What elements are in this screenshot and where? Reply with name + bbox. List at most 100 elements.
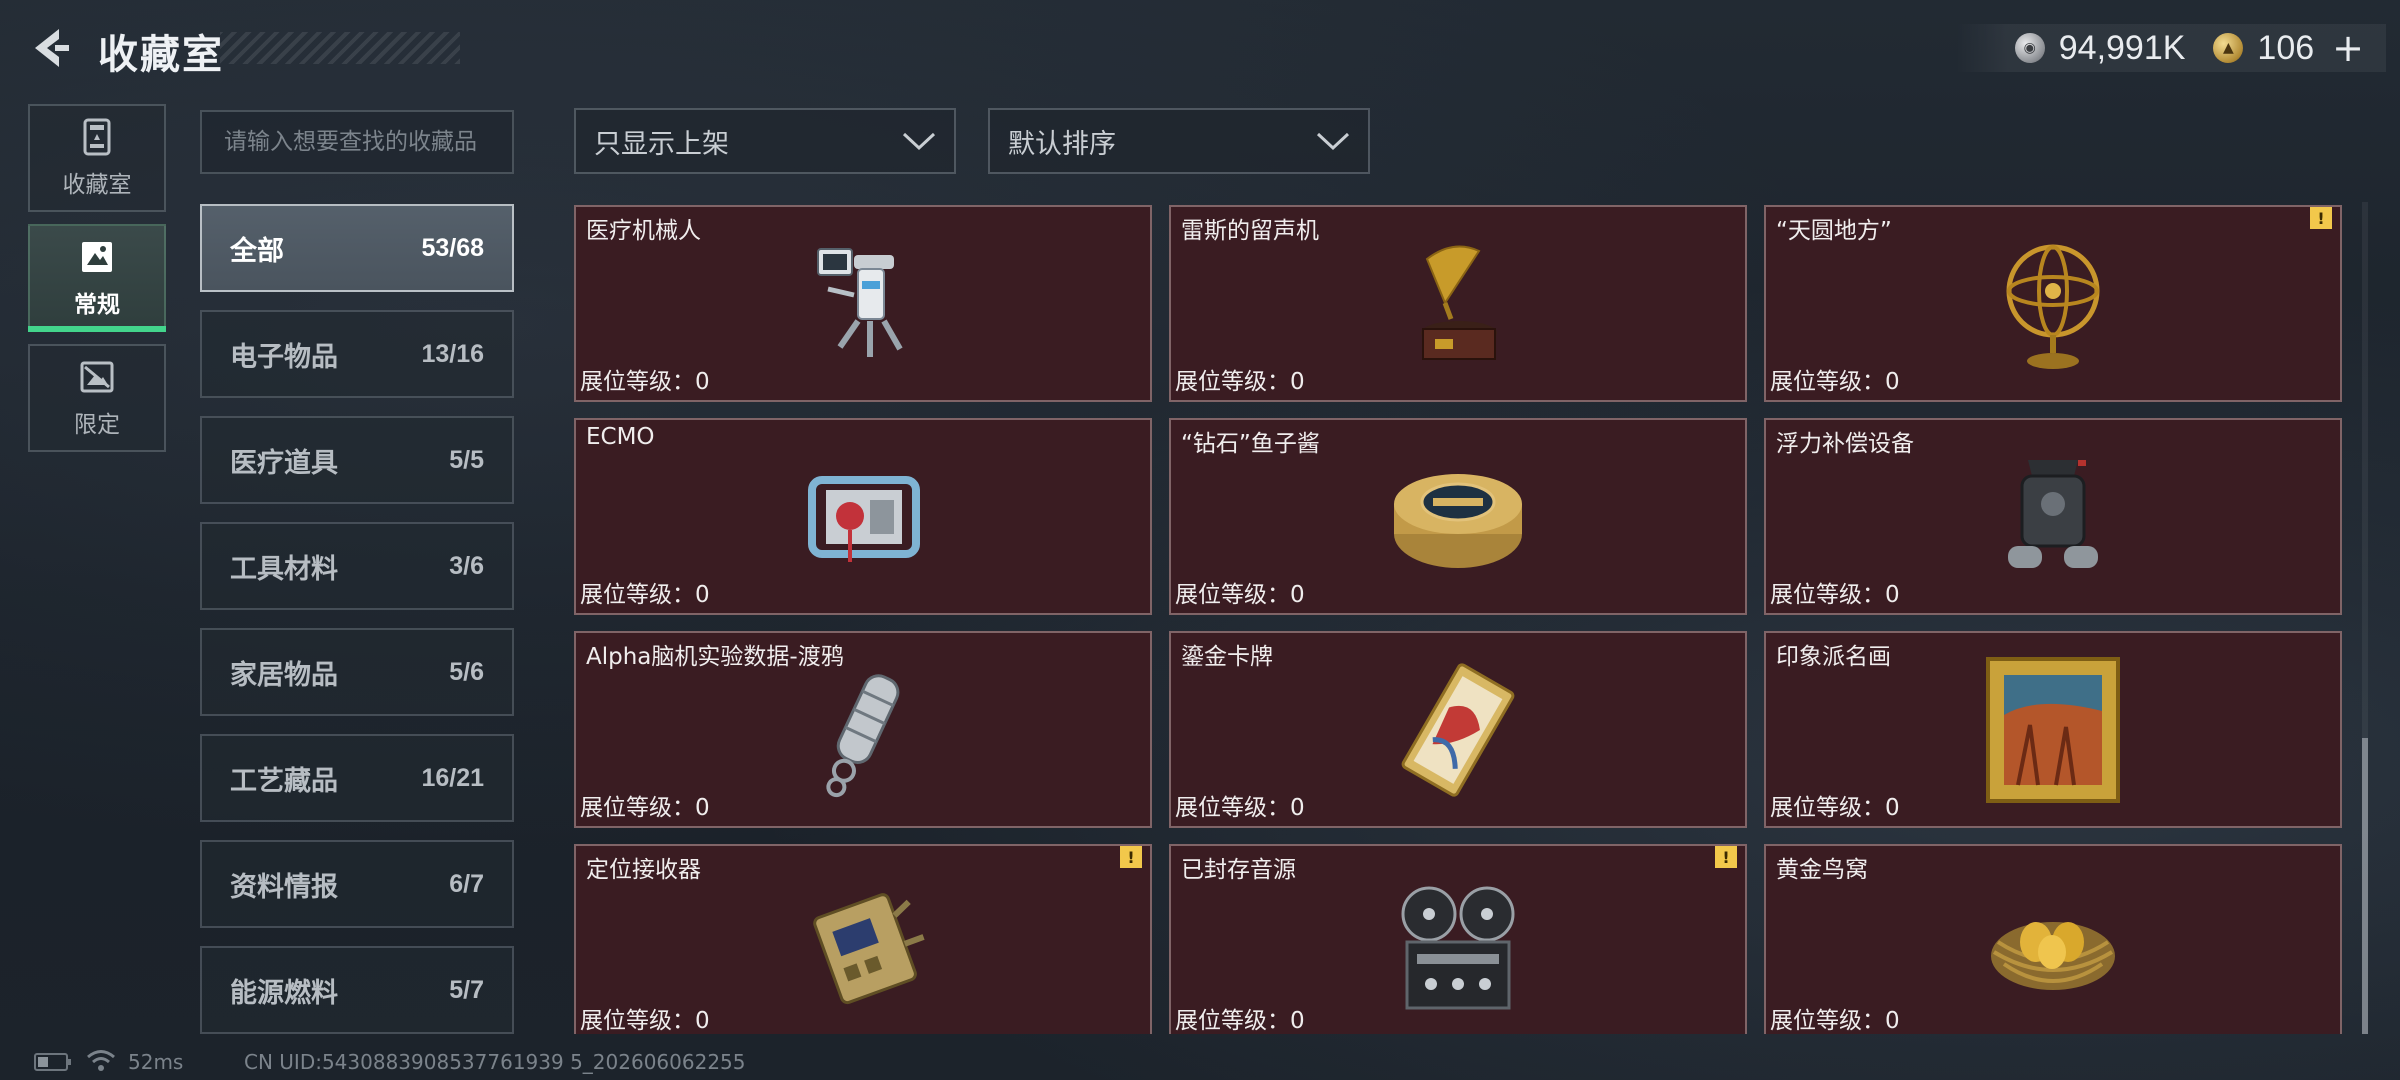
battery-icon xyxy=(34,1053,71,1071)
display-level: 展位等级：0 xyxy=(580,1008,710,1034)
category-count: 3/6 xyxy=(449,551,484,580)
item-name: 雷斯的留声机 xyxy=(1181,218,1319,244)
collection-card[interactable]: 鎏金卡牌 展位等级：0 xyxy=(1169,631,1747,828)
caviar-tin-icon xyxy=(1394,473,1522,568)
category-energy[interactable]: 能源燃料 5/7 xyxy=(200,946,514,1034)
collection-card[interactable]: 已封存音源 ! 展位等级：0 xyxy=(1169,844,1747,1034)
left-nav: 收藏室 常规 限定 xyxy=(28,104,166,464)
currency-bar: ◉ 94,991K ▲ 106 + xyxy=(1956,24,2386,72)
regular-items-icon xyxy=(77,237,117,277)
category-name: 能源燃料 xyxy=(230,977,338,1009)
nav-label: 常规 xyxy=(74,292,120,318)
display-level: 展位等级：0 xyxy=(1770,795,1900,821)
warning-icon: ! xyxy=(1120,846,1142,868)
data-drive-icon xyxy=(826,673,900,797)
scrollbar-thumb[interactable] xyxy=(2362,738,2368,1034)
reel-to-reel-icon xyxy=(1401,886,1515,1009)
nav-collection-room[interactable]: 收藏室 xyxy=(28,104,166,212)
display-level: 展位等级：0 xyxy=(1175,795,1305,821)
category-name: 资料情报 xyxy=(230,871,338,903)
silver-coin-icon: ◉ xyxy=(2014,33,2045,63)
collection-card[interactable]: “钻石”鱼子酱 展位等级：0 xyxy=(1169,418,1747,615)
add-currency-button[interactable]: + xyxy=(2332,26,2364,70)
category-count: 6/7 xyxy=(449,869,484,898)
chevron-down-icon xyxy=(902,132,936,151)
golden-nest-icon xyxy=(1991,921,2115,990)
category-name: 家居物品 xyxy=(230,659,338,691)
player-uid: CN UID:5430883908537761939 5_20260606225… xyxy=(244,1050,746,1074)
category-electronics[interactable]: 电子物品 13/16 xyxy=(200,310,514,398)
search-box[interactable] xyxy=(200,110,514,174)
display-level: 展位等级：0 xyxy=(1770,1008,1900,1034)
top-bar: 收藏室 ◉ 94,991K ▲ 106 + xyxy=(0,0,2400,100)
silver-coin-amount: 94,991K xyxy=(2058,28,2186,67)
category-count: 5/5 xyxy=(449,445,484,474)
back-button[interactable] xyxy=(26,24,74,72)
gilded-card-icon xyxy=(1401,662,1515,797)
buoyancy-device-icon xyxy=(2008,459,2098,568)
gramophone-icon xyxy=(1421,245,1497,360)
limited-items-icon xyxy=(77,357,117,397)
title-decoration xyxy=(220,32,460,64)
category-name: 电子物品 xyxy=(230,341,338,373)
medical-robot-icon xyxy=(817,247,903,357)
collection-card[interactable]: 定位接收器 ! 展位等级：0 xyxy=(574,844,1152,1034)
category-count: 13/16 xyxy=(421,339,484,368)
item-name: “天圆地方” xyxy=(1776,218,1892,244)
wifi-icon xyxy=(87,1050,115,1071)
shelf-filter-dropdown[interactable]: 只显示上架 xyxy=(574,108,956,174)
collection-card[interactable]: 浮力补偿设备 展位等级：0 xyxy=(1764,418,2342,615)
display-level: 展位等级：0 xyxy=(580,582,710,608)
category-household[interactable]: 家居物品 5/6 xyxy=(200,628,514,716)
category-tools[interactable]: 工具材料 3/6 xyxy=(200,522,514,610)
warning-icon: ! xyxy=(1715,846,1737,868)
category-all[interactable]: 全部 53/68 xyxy=(200,204,514,292)
status-footer: 52ms CN UID:5430883908537761939 5_202606… xyxy=(0,1046,2400,1080)
collection-card[interactable]: “天圆地方” ! 展位等级：0 xyxy=(1764,205,2342,402)
chevron-down-icon xyxy=(1316,132,1350,151)
sort-dropdown[interactable]: 默认排序 xyxy=(988,108,1370,174)
locator-receiver-icon xyxy=(813,892,925,1004)
display-level: 展位等级：0 xyxy=(1770,582,1900,608)
collection-room-icon xyxy=(77,117,117,157)
dropdown-value: 只显示上架 xyxy=(594,128,729,160)
category-medical[interactable]: 医疗道具 5/5 xyxy=(200,416,514,504)
collection-card[interactable]: ECMO 展位等级：0 xyxy=(574,418,1152,615)
category-count: 5/6 xyxy=(449,657,484,686)
item-name: 已封存音源 xyxy=(1181,857,1296,883)
nav-limited[interactable]: 限定 xyxy=(28,344,166,452)
display-level: 展位等级：0 xyxy=(1175,1008,1305,1034)
item-name: ECMO xyxy=(586,424,655,450)
item-name: 医疗机械人 xyxy=(586,218,701,244)
collection-grid[interactable]: 展位等级：0 展位等级：0 展位等级：0 医疗机械人 展位等级：0 雷斯的留声机 xyxy=(574,202,2344,1034)
display-level: 展位等级：0 xyxy=(580,369,710,395)
armillary-sphere-icon xyxy=(2006,244,2100,369)
category-crafts[interactable]: 工艺藏品 16/21 xyxy=(200,734,514,822)
item-name: 黄金鸟窝 xyxy=(1776,857,1868,883)
display-level: 展位等级：0 xyxy=(1175,582,1305,608)
item-name: 印象派名画 xyxy=(1776,644,1891,670)
collection-card[interactable]: 印象派名画 展位等级：0 xyxy=(1764,631,2342,828)
gold-coin-amount: 106 xyxy=(2257,28,2315,67)
page-title: 收藏室 xyxy=(98,32,224,78)
category-name: 工具材料 xyxy=(230,553,338,585)
category-count: 53/68 xyxy=(421,233,484,262)
nav-label: 收藏室 xyxy=(62,172,132,198)
category-list: 全部 53/68 电子物品 13/16 医疗道具 5/5 工具材料 3/6 家居… xyxy=(200,204,514,1052)
collection-card[interactable]: Alpha脑机实验数据-渡鸦 展位等级：0 xyxy=(574,631,1152,828)
nav-regular[interactable]: 常规 xyxy=(28,224,166,332)
collection-card[interactable]: 雷斯的留声机 展位等级：0 xyxy=(1169,205,1747,402)
collection-card[interactable]: 医疗机械人 展位等级：0 xyxy=(574,205,1152,402)
collection-card[interactable]: 黄金鸟窝 展位等级：0 xyxy=(1764,844,2342,1034)
ecmo-machine-icon xyxy=(808,475,920,562)
display-level: 展位等级：0 xyxy=(1770,369,1900,395)
category-name: 全部 xyxy=(230,235,284,267)
search-input[interactable] xyxy=(224,129,490,155)
ping-value: 52ms xyxy=(128,1050,184,1074)
grid-scrollbar[interactable] xyxy=(2362,202,2368,1034)
gold-coin-icon: ▲ xyxy=(2213,33,2244,63)
category-intel[interactable]: 资料情报 6/7 xyxy=(200,840,514,928)
item-name: 浮力补偿设备 xyxy=(1776,431,1914,457)
item-name: “钻石”鱼子酱 xyxy=(1181,431,1320,457)
item-name: 鎏金卡牌 xyxy=(1181,644,1273,670)
